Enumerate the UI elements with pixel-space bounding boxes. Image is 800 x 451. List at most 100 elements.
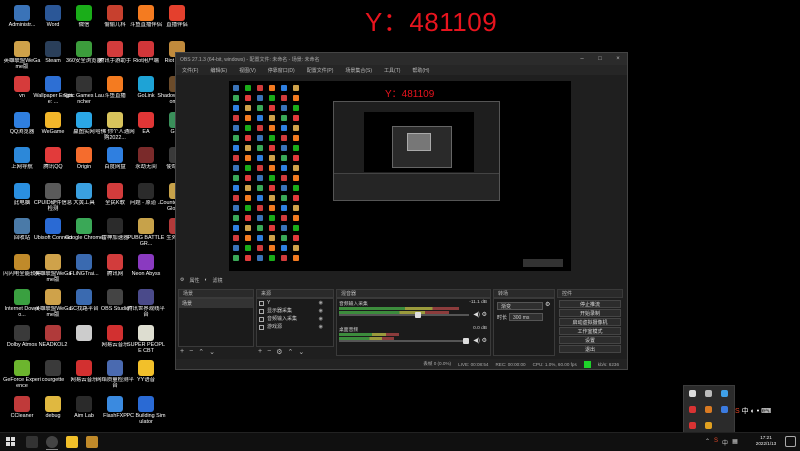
- menu-view[interactable]: 视图(V): [233, 67, 262, 74]
- dot-icon[interactable]: •: [757, 408, 759, 415]
- menu-help[interactable]: 帮助(H): [406, 67, 435, 74]
- moon-icon[interactable]: ◐: [751, 408, 755, 415]
- menu-scene-collection[interactable]: 场景集合(S): [339, 67, 378, 74]
- gear-icon[interactable]: ⚙: [276, 348, 282, 356]
- preview-icon: [293, 165, 299, 171]
- start-recording-button[interactable]: 开始录制: [559, 309, 621, 317]
- add-icon[interactable]: +: [180, 348, 184, 356]
- clock-date: 2022/1/13: [755, 441, 777, 446]
- studio-mode-button[interactable]: 工作室模式: [559, 327, 621, 335]
- desktop-shortcut[interactable]: 腾讯世界观线平台: [126, 288, 166, 328]
- speaker-icon[interactable]: ◀): [473, 338, 480, 344]
- settings-button[interactable]: 设置: [559, 336, 621, 344]
- menu-tools[interactable]: 工具(T): [378, 67, 406, 74]
- app-tray-icon[interactable]: [721, 390, 728, 397]
- speaker-icon[interactable]: ◀): [473, 312, 480, 318]
- obs-taskbar-icon[interactable]: [46, 436, 58, 448]
- eye-icon[interactable]: ◉: [319, 307, 323, 315]
- gear-icon[interactable]: ⚙: [482, 312, 487, 318]
- slider-knob[interactable]: [415, 312, 421, 318]
- move-up-icon[interactable]: ⌃: [198, 348, 204, 356]
- desktop-shortcut[interactable]: YY语音: [126, 359, 166, 399]
- eye-icon[interactable]: ◉: [319, 315, 323, 323]
- volume-slider[interactable]: [339, 338, 469, 344]
- volume-slider[interactable]: [339, 312, 469, 318]
- network-icon[interactable]: ▦: [732, 438, 738, 447]
- transition-select[interactable]: 渐变: [497, 302, 543, 310]
- menu-docks[interactable]: 停靠窗口(D): [262, 67, 301, 74]
- move-down-icon[interactable]: ⌄: [209, 348, 215, 356]
- sources-toolbar: + − ⚙ ⌃ ⌄: [258, 348, 304, 356]
- source-item[interactable]: 游戏源 ◉: [257, 323, 333, 331]
- app-icon: [76, 147, 92, 163]
- chinese-input-icon[interactable]: 中: [722, 438, 728, 447]
- move-up-icon[interactable]: ⌃: [287, 348, 293, 356]
- preview-icon: [245, 105, 251, 111]
- move-down-icon[interactable]: ⌄: [298, 348, 304, 356]
- desktop-shortcut[interactable]: SUPER PEOPLE CBT: [126, 324, 166, 364]
- eye-icon[interactable]: ◉: [319, 299, 323, 307]
- chevron-up-icon[interactable]: ⌃: [705, 438, 710, 447]
- rec-timer: REC: 00:00:00: [495, 361, 526, 367]
- duration-label: 时长: [497, 315, 508, 321]
- channel-db: 0.0 dB: [473, 326, 487, 331]
- minimize-icon[interactable]: –: [573, 56, 591, 62]
- taskbar-clock[interactable]: 17:21 2022/1/13: [754, 435, 778, 447]
- sogou-ime-icon[interactable]: S: [735, 408, 740, 415]
- menu-edit[interactable]: 编辑(E): [204, 67, 233, 74]
- gear-icon[interactable]: ⚙: [545, 301, 550, 308]
- desktop-shortcut-label: Neon Abyss: [131, 270, 161, 277]
- keyboard-icon[interactable]: ⌨: [761, 408, 771, 415]
- app-tray-icon[interactable]: [705, 406, 712, 413]
- app-taskbar-icon[interactable]: [86, 436, 98, 448]
- network-icon[interactable]: [705, 390, 712, 397]
- obs-preview[interactable]: Y：481109: [229, 81, 571, 271]
- app-tray-icon[interactable]: [689, 422, 696, 429]
- duration-input[interactable]: 300 ms: [509, 313, 543, 321]
- desktop-shortcut[interactable]: PC Building Simulator: [126, 395, 166, 435]
- preview-icon: [245, 155, 251, 161]
- source-item[interactable]: 显示器采集 ◉: [257, 307, 333, 315]
- maximize-icon[interactable]: □: [591, 56, 609, 62]
- source-item[interactable]: 音频输入采集 ◉: [257, 315, 333, 323]
- preview-icon: [257, 195, 263, 201]
- sogou-icon[interactable]: S: [714, 438, 718, 447]
- preview-icon: [245, 165, 251, 171]
- stop-streaming-button[interactable]: 停止推流: [559, 300, 621, 308]
- desktop-shortcut[interactable]: 直播伴侣: [157, 4, 197, 44]
- menu-file[interactable]: 文件(F): [176, 67, 204, 74]
- obs-window[interactable]: OBS 27.1.3 (64-bit, windows) - 配置文件: 未命名…: [175, 52, 628, 370]
- preview-icon: [281, 245, 287, 251]
- preview-icon: [245, 115, 251, 121]
- remove-icon[interactable]: −: [189, 348, 193, 356]
- remove-icon[interactable]: −: [267, 348, 271, 356]
- slider-knob[interactable]: [463, 338, 469, 344]
- filters-button[interactable]: 滤镜: [213, 277, 223, 284]
- yy-taskbar-icon[interactable]: [66, 436, 78, 448]
- app-tray-icon[interactable]: [689, 406, 696, 413]
- usb-icon[interactable]: [689, 390, 696, 397]
- close-icon[interactable]: ×: [609, 56, 627, 62]
- chinese-input-icon[interactable]: 中: [742, 408, 749, 415]
- properties-button[interactable]: 属性: [189, 277, 199, 284]
- exit-button[interactable]: 退出: [559, 345, 621, 353]
- source-item[interactable]: Y ◉: [257, 299, 333, 307]
- windows-start-icon[interactable]: [6, 437, 16, 447]
- add-icon[interactable]: +: [258, 348, 262, 356]
- taskview-icon[interactable]: [26, 436, 38, 448]
- app-tray-icon[interactable]: [721, 406, 728, 413]
- filter-icon[interactable]: ◐: [205, 277, 208, 284]
- menu-profile[interactable]: 配置文件(P): [301, 67, 340, 74]
- sources-panel-header: 来源: [256, 289, 334, 298]
- virtual-camera-button[interactable]: 启动虚拟摄像机: [559, 318, 621, 326]
- preview-taskbar-tray: [523, 259, 563, 267]
- desktop-shortcut[interactable]: Neon Abyss: [126, 253, 166, 293]
- scene-item[interactable]: 场景: [179, 299, 253, 308]
- obs-titlebar[interactable]: OBS 27.1.3 (64-bit, windows) - 配置文件: 未命名…: [176, 53, 627, 65]
- notification-icon[interactable]: [785, 436, 796, 447]
- gear-icon[interactable]: ⚙: [180, 277, 184, 284]
- gear-icon[interactable]: ⚙: [482, 338, 487, 344]
- eye-icon[interactable]: ◉: [319, 323, 323, 331]
- channel-name: 音频输入采集: [339, 302, 368, 307]
- app-tray-icon[interactable]: [705, 422, 712, 429]
